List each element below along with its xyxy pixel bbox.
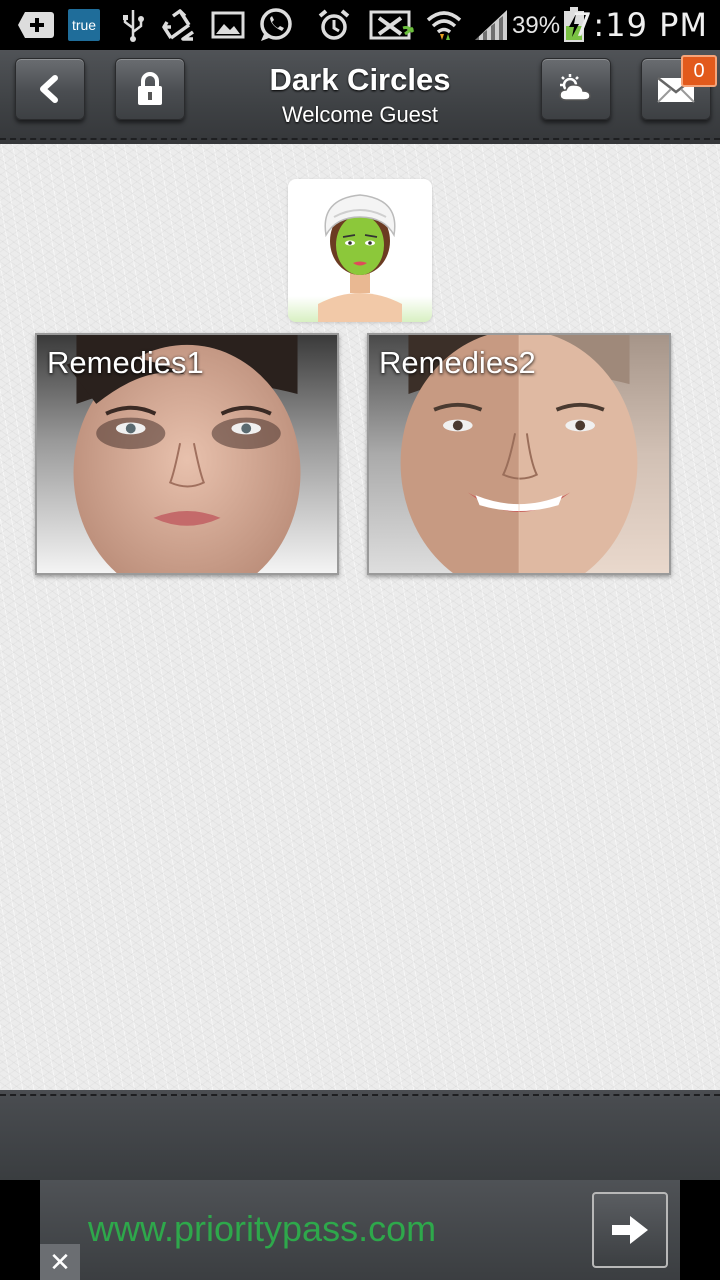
arrow-right-icon	[612, 1216, 648, 1244]
status-bar: true 39% 7:19 PM	[0, 0, 720, 50]
ad-banner[interactable]: www.prioritypass.com	[0, 1180, 720, 1280]
app-header: Dark Circles Welcome Guest	[0, 50, 720, 144]
add-icon	[16, 7, 56, 43]
usb-icon	[118, 7, 148, 43]
ad-close-button[interactable]: ✕	[40, 1244, 80, 1280]
footer-divider	[0, 1094, 720, 1096]
lock-icon	[138, 72, 162, 105]
remedies2-tile[interactable]: Remedies2	[367, 333, 671, 575]
remedies1-label: Remedies1	[47, 345, 204, 380]
carrier-badge: true	[68, 9, 100, 41]
page-title: Dark Circles	[269, 62, 451, 97]
remedies2-label: Remedies2	[379, 345, 536, 380]
weather-icon	[559, 74, 591, 101]
wifi-icon	[424, 7, 464, 43]
back-button[interactable]	[15, 58, 85, 120]
battery-percent: 39%	[512, 12, 561, 39]
lock-button[interactable]	[115, 58, 185, 120]
content-area: Remedies1 Remedies2	[0, 144, 720, 1090]
remedies1-tile[interactable]: Remedies1	[35, 333, 339, 575]
app-logo	[288, 179, 432, 322]
footer-bar	[0, 1090, 720, 1180]
back-icon	[40, 75, 58, 103]
notification-badge: 0	[681, 55, 717, 87]
page-subtitle: Welcome Guest	[281, 102, 439, 127]
whatsapp-icon	[256, 7, 296, 43]
gallery-icon	[210, 7, 246, 43]
status-time: 7:19 PM	[572, 6, 708, 44]
weather-button[interactable]	[541, 58, 611, 120]
ad-go-button[interactable]	[592, 1192, 668, 1268]
signal-icon	[470, 7, 510, 43]
ad-url[interactable]: www.prioritypass.com	[88, 1208, 436, 1250]
no-signal-icon	[368, 7, 418, 43]
ad-content[interactable]: www.prioritypass.com	[40, 1180, 680, 1280]
header-divider	[0, 138, 720, 140]
face-mask-icon	[318, 194, 402, 322]
alarm-icon	[316, 7, 352, 43]
recycle-icon	[160, 7, 200, 43]
